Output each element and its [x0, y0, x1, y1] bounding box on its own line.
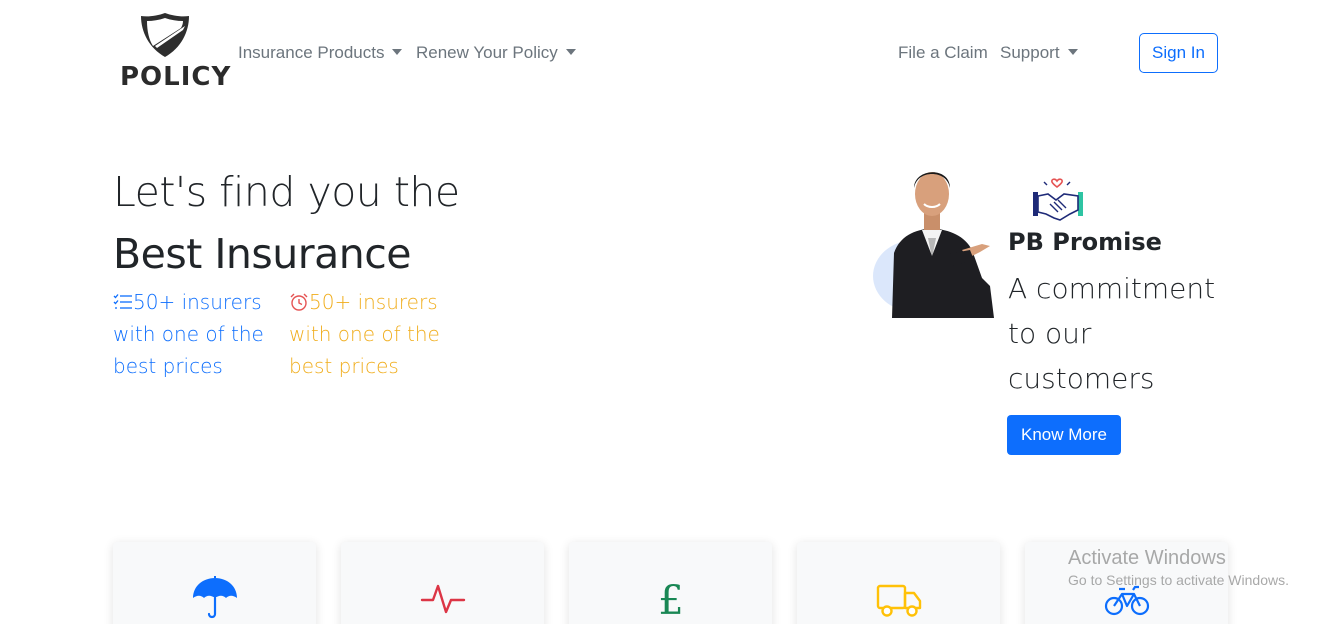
- nav-file-claim-link[interactable]: File a Claim: [898, 42, 988, 66]
- heartbeat-icon: [420, 584, 466, 614]
- promise-title: PB Promise: [1008, 228, 1162, 256]
- promise-text: A commitment to our customers: [1008, 272, 1216, 395]
- feature-text: 50+ insurers with one of the best prices: [113, 290, 264, 378]
- nav-insurance-products-dropdown[interactable]: Insurance Products: [238, 42, 403, 66]
- navbar: POLICY Insurance Products Renew Your Pol…: [0, 0, 1342, 106]
- know-more-button[interactable]: Know More: [1007, 415, 1121, 455]
- caret-down-icon: [1067, 49, 1078, 55]
- feature-insurers-yellow: 50+ insurers with one of the best prices: [289, 286, 464, 382]
- card-umbrella-insurance[interactable]: [113, 542, 316, 624]
- brand-name: POLICY: [120, 62, 232, 92]
- card-health-insurance[interactable]: [341, 542, 544, 624]
- brand-ambassador-image: [873, 172, 994, 318]
- sign-in-button[interactable]: Sign In: [1139, 33, 1218, 73]
- umbrella-icon: [193, 576, 237, 619]
- alarm-clock-icon: [290, 293, 308, 311]
- nav-renew-policy-dropdown[interactable]: Renew Your Policy: [416, 42, 576, 66]
- nav-support-dropdown[interactable]: Support: [1000, 42, 1078, 66]
- nav-support-label: Support: [1000, 43, 1060, 62]
- card-commercial-vehicle-insurance[interactable]: [797, 542, 1000, 624]
- pound-icon: £: [658, 578, 683, 620]
- brand-logo[interactable]: POLICY: [120, 12, 232, 94]
- card-investment-insurance[interactable]: £: [569, 542, 772, 624]
- feature-text: 50+ insurers with one of the best prices: [289, 290, 440, 378]
- caret-down-icon: [565, 49, 576, 55]
- caret-down-icon: [392, 49, 403, 55]
- handshake-icon: [1033, 178, 1083, 221]
- activate-windows-watermark-subtitle: Go to Settings to activate Windows.: [1068, 572, 1289, 588]
- hero-heading-line2: Best Insurance: [113, 230, 411, 278]
- list-icon: [113, 294, 132, 309]
- nav-insurance-products-label: Insurance Products: [238, 43, 385, 62]
- hero-heading-line1: Let's find you the: [113, 168, 460, 216]
- shield-logo-icon: [141, 13, 189, 57]
- truck-icon: [876, 584, 922, 617]
- activate-windows-watermark-title: Activate Windows: [1068, 547, 1226, 569]
- feature-insurers-blue: 50+ insurers with one of the best prices: [113, 286, 288, 382]
- nav-renew-policy-label: Renew Your Policy: [416, 43, 558, 62]
- svg-text:£: £: [658, 578, 683, 620]
